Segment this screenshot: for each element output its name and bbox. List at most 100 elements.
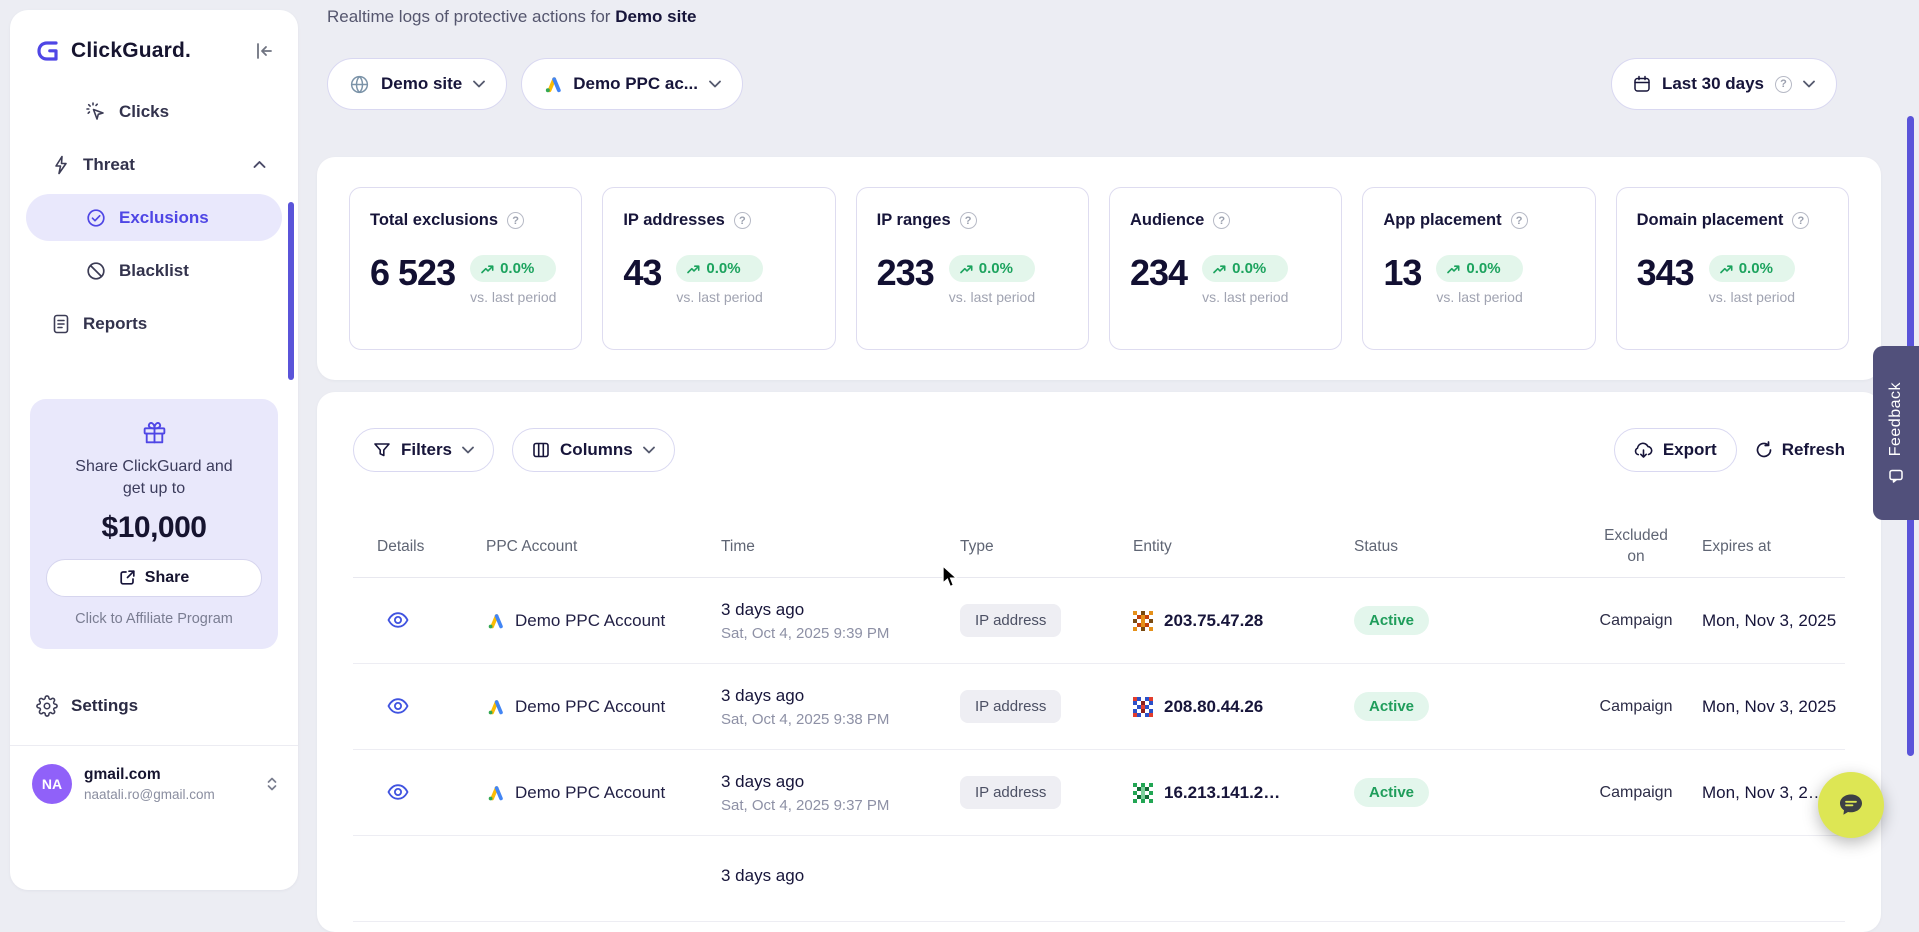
view-details-button[interactable] xyxy=(383,694,413,718)
stat-title: App placement xyxy=(1383,211,1501,230)
affiliate-program-link[interactable]: Click to Affiliate Program xyxy=(46,611,262,627)
sidebar-item-clicks[interactable]: Clicks xyxy=(26,88,282,135)
selector-row: Demo site Demo PPC ac... xyxy=(327,58,743,110)
gear-icon xyxy=(36,695,58,717)
site-selector[interactable]: Demo site xyxy=(327,58,507,110)
expires-at-value: Mon, Nov 3, 2025 xyxy=(1702,611,1845,631)
google-ads-icon xyxy=(486,784,504,802)
filters-button[interactable]: Filters xyxy=(353,428,494,472)
table-toolbar: Filters Columns Export Refresh xyxy=(353,428,1845,472)
entity-identicon xyxy=(1133,611,1153,631)
user-meta: gmail.com naatali.ro@gmail.com xyxy=(84,766,215,802)
help-icon[interactable]: ? xyxy=(507,212,524,229)
help-icon[interactable]: ? xyxy=(1511,212,1528,229)
help-icon[interactable]: ? xyxy=(1792,212,1809,229)
sidebar-item-label: Clicks xyxy=(119,102,169,122)
help-icon[interactable]: ? xyxy=(1213,212,1230,229)
trend-up-icon xyxy=(687,264,700,274)
columns-button[interactable]: Columns xyxy=(512,428,675,472)
time-relative: 3 days ago xyxy=(721,686,960,706)
calendar-icon xyxy=(1633,75,1651,93)
ppc-account-name: Demo PPC Account xyxy=(515,697,665,717)
shield-check-icon xyxy=(86,208,106,228)
entity-value: 208.80.44.26 xyxy=(1164,697,1263,717)
ppc-account-name: Demo PPC Account xyxy=(515,611,665,631)
help-icon[interactable]: ? xyxy=(734,212,751,229)
chevron-up-icon[interactable] xyxy=(253,160,266,169)
table-row: 3 days ago xyxy=(353,836,1845,922)
time-relative: 3 days ago xyxy=(721,600,960,620)
excluded-on-value: Campaign xyxy=(1600,784,1673,802)
promo-amount: $10,000 xyxy=(46,511,262,545)
stat-title: Total exclusions xyxy=(370,211,498,230)
filters-button-label: Filters xyxy=(401,440,452,460)
clickguard-logo-icon xyxy=(36,38,62,64)
help-icon[interactable]: ? xyxy=(1775,76,1792,93)
export-button[interactable]: Export xyxy=(1614,428,1737,472)
columns-icon xyxy=(532,441,550,459)
stat-card-ip-addresses: IP addresses? 43 0.0% vs. last period xyxy=(602,187,835,350)
chevron-down-icon xyxy=(709,80,721,88)
user-name: gmail.com xyxy=(84,766,215,784)
ppc-account-selector-label: Demo PPC ac... xyxy=(573,74,698,94)
feedback-icon xyxy=(1888,468,1904,484)
collapse-sidebar-icon[interactable] xyxy=(254,42,274,60)
gift-icon xyxy=(46,419,262,446)
entity-identicon xyxy=(1133,697,1153,717)
type-chip: IP address xyxy=(960,776,1061,809)
sidebar-item-blacklist[interactable]: Blacklist xyxy=(26,247,282,294)
trend-up-icon xyxy=(1720,264,1733,274)
refresh-button-label: Refresh xyxy=(1782,440,1845,460)
share-button[interactable]: Share xyxy=(46,559,262,597)
sidebar-scrollbar-thumb[interactable] xyxy=(288,202,294,380)
chevron-down-icon xyxy=(462,446,474,454)
view-details-button[interactable] xyxy=(383,608,413,632)
stat-value: 343 xyxy=(1637,255,1694,291)
chat-widget-button[interactable] xyxy=(1818,772,1884,838)
sidebar-item-reports[interactable]: Reports xyxy=(26,300,282,347)
sidebar: ClickGuard. Clicks Threat Exclusions xyxy=(10,10,298,890)
stat-caption: vs. last period xyxy=(470,289,556,305)
date-range-selector[interactable]: Last 30 days ? xyxy=(1611,58,1837,110)
stat-title: Domain placement xyxy=(1637,211,1784,230)
settings-label: Settings xyxy=(71,696,138,716)
sidebar-item-label: Exclusions xyxy=(119,208,209,228)
help-icon[interactable]: ? xyxy=(960,212,977,229)
time-absolute: Sat, Oct 4, 2025 9:39 PM xyxy=(721,625,960,642)
time-relative: 3 days ago xyxy=(721,866,960,886)
sidebar-item-threat[interactable]: Threat xyxy=(26,141,282,188)
chevron-up-down-icon[interactable] xyxy=(266,776,278,792)
table-row: Demo PPC Account 3 days agoSat, Oct 4, 2… xyxy=(353,750,1845,836)
stat-title: Audience xyxy=(1130,211,1204,230)
ppc-account-selector[interactable]: Demo PPC ac... xyxy=(521,58,743,110)
stat-value: 234 xyxy=(1130,255,1187,291)
excluded-on-value: Campaign xyxy=(1600,698,1673,716)
trend-badge: 0.0% xyxy=(676,255,762,282)
feedback-tab[interactable]: Feedback xyxy=(1873,346,1919,520)
trend-up-icon xyxy=(1213,264,1226,274)
table-row: Demo PPC Account 3 days agoSat, Oct 4, 2… xyxy=(353,664,1845,750)
stat-card-audience: Audience? 234 0.0% vs. last period xyxy=(1109,187,1342,350)
cursor-click-icon xyxy=(86,102,106,122)
user-email: naatali.ro@gmail.com xyxy=(84,787,215,802)
google-ads-icon xyxy=(486,612,504,630)
refresh-button[interactable]: Refresh xyxy=(1755,428,1845,472)
ppc-account-name: Demo PPC Account xyxy=(515,783,665,803)
trend-badge: 0.0% xyxy=(1436,255,1522,282)
user-account-selector[interactable]: NA gmail.com naatali.ro@gmail.com xyxy=(10,746,298,822)
excluded-on-value: Campaign xyxy=(1600,612,1673,630)
view-details-button[interactable] xyxy=(383,780,413,804)
prohibition-icon xyxy=(86,261,106,281)
sidebar-item-settings[interactable]: Settings xyxy=(36,695,272,717)
stat-card-ip-ranges: IP ranges? 233 0.0% vs. last period xyxy=(856,187,1089,350)
column-header-status: Status xyxy=(1354,538,1570,556)
time-relative: 3 days ago xyxy=(721,772,960,792)
globe-icon xyxy=(349,74,370,95)
date-range-label: Last 30 days xyxy=(1662,74,1764,94)
chat-icon xyxy=(1836,790,1866,820)
trend-badge: 0.0% xyxy=(1202,255,1288,282)
cloud-download-icon xyxy=(1634,442,1653,459)
type-chip: IP address xyxy=(960,690,1061,723)
expires-at-value: Mon, Nov 3, 2025 xyxy=(1702,697,1845,717)
sidebar-item-exclusions[interactable]: Exclusions xyxy=(26,194,282,241)
